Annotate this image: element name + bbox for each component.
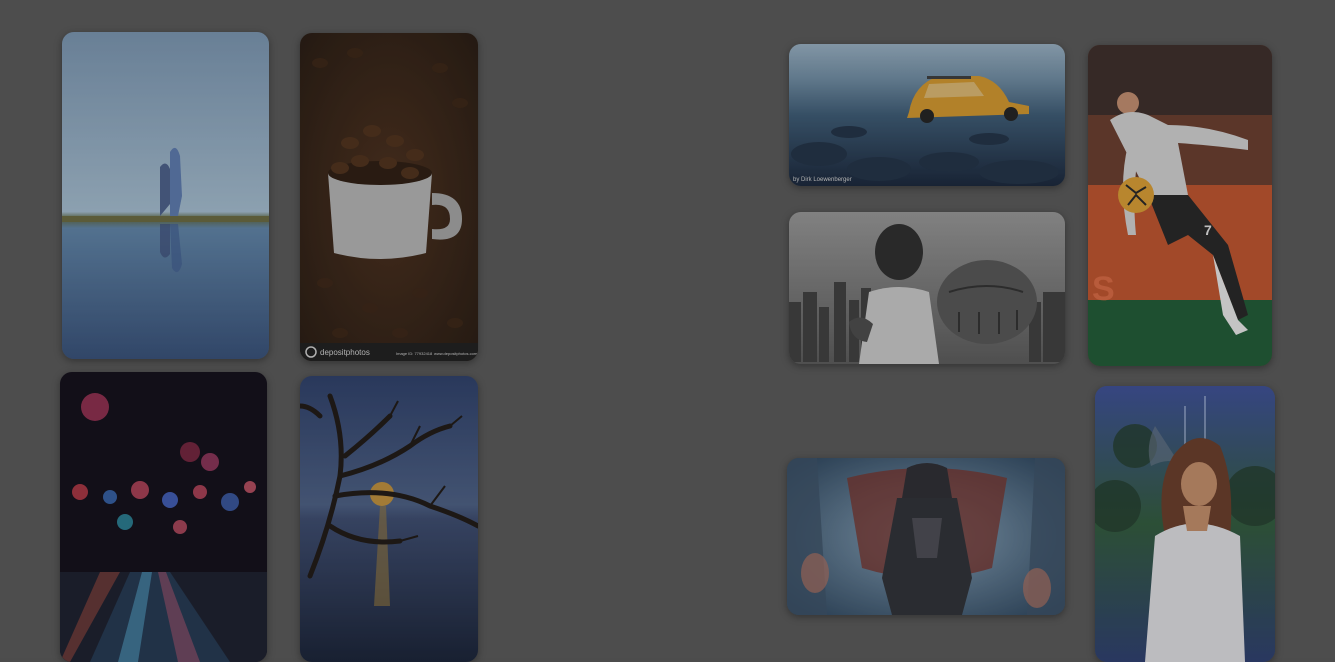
bokeh-road-image	[60, 372, 267, 662]
watermark-site: www.depositphotos.com	[434, 351, 478, 356]
svg-text:S: S	[1092, 270, 1115, 308]
tree-moon-image	[300, 376, 478, 662]
photo-card-coffee-cup[interactable]: depositphotos Image ID: 77932418 www.dep…	[300, 33, 478, 361]
couple-reflection-image	[62, 32, 269, 359]
photo-card-woman-fountain[interactable]	[1095, 386, 1275, 662]
photo-card-boxer-punch[interactable]	[789, 212, 1065, 364]
photo-card-tree-moon[interactable]	[300, 376, 478, 662]
soccer-kick-image: S 7	[1088, 45, 1272, 366]
jersey-number: 7	[1204, 222, 1212, 238]
woman-fountain-image	[1095, 386, 1275, 662]
watermark-brand: depositphotos	[320, 348, 370, 357]
photo-card-yellow-beetle[interactable]: by Dirk Loewenberger	[789, 44, 1065, 186]
hooded-warrior-image	[787, 458, 1065, 615]
photo-card-couple-reflection[interactable]	[62, 32, 269, 359]
boxer-punch-image	[789, 212, 1065, 364]
watermark-meta: Image ID: 77932418	[396, 351, 433, 356]
yellow-beetle-image: by Dirk Loewenberger	[789, 44, 1065, 186]
screen-backdrop: depositphotos Image ID: 77932418 www.dep…	[0, 0, 1335, 662]
photographer-credit: by Dirk Loewenberger	[793, 177, 852, 183]
photo-card-bokeh-road[interactable]	[60, 372, 267, 662]
photo-card-soccer-kick[interactable]: S 7	[1088, 45, 1272, 366]
photo-card-hooded-warrior[interactable]	[787, 458, 1065, 615]
coffee-cup-image: depositphotos Image ID: 77932418 www.dep…	[300, 33, 478, 361]
